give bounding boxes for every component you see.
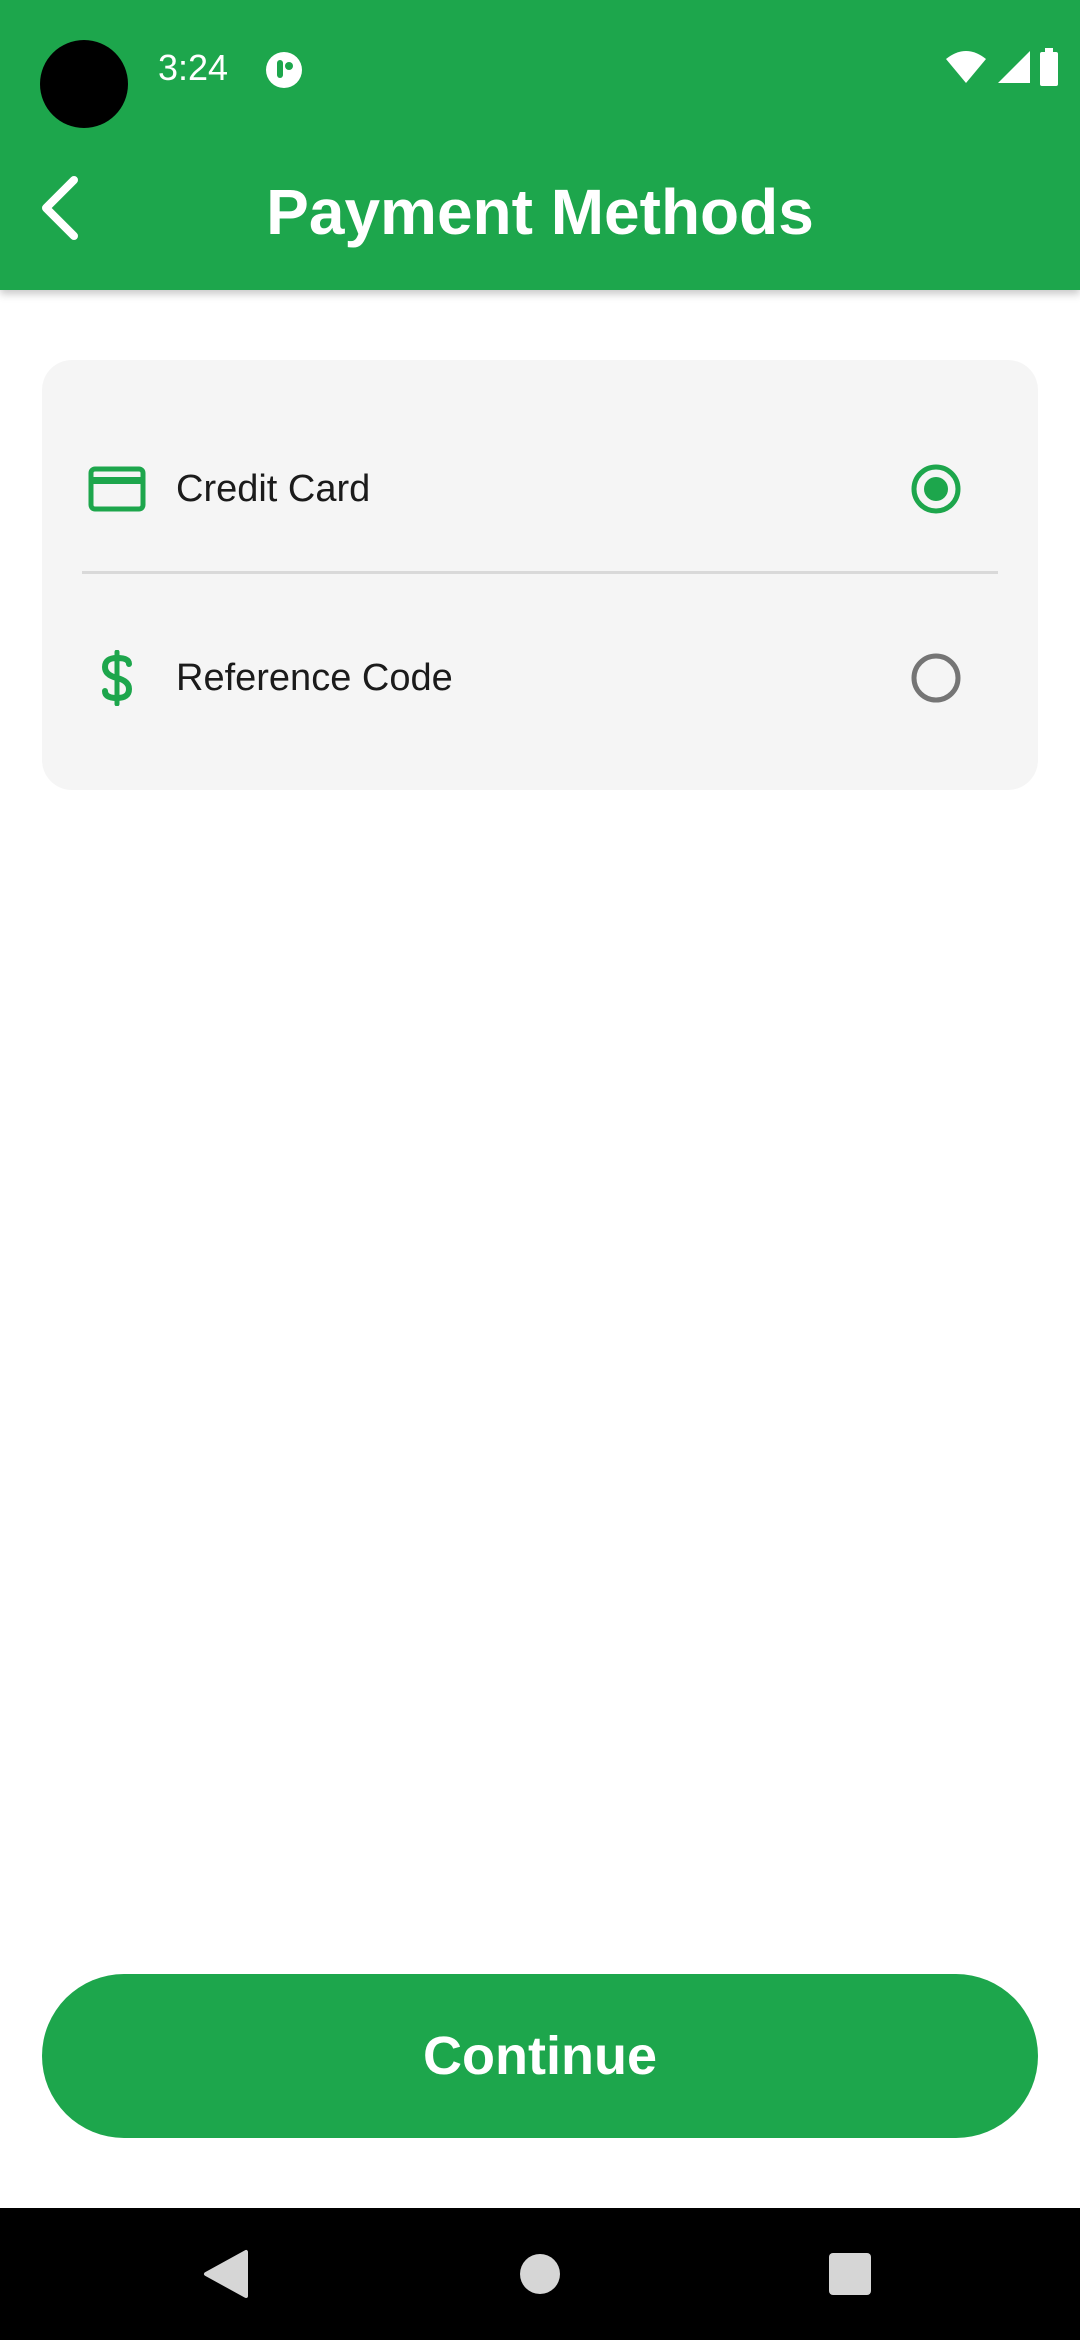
credit-card-icon (82, 454, 152, 524)
credit-card-label: Credit Card (176, 467, 371, 510)
app-notification-icon (266, 52, 302, 88)
wifi-icon (946, 51, 986, 83)
reference-code-radio[interactable] (910, 652, 962, 704)
option-divider (82, 571, 998, 574)
payment-option-reference-code[interactable]: Reference Code (82, 613, 998, 743)
payment-option-credit-card[interactable]: Credit Card (82, 424, 998, 554)
recents-nav-icon[interactable] (810, 2234, 890, 2314)
payment-methods-card: Credit Card Reference Code (42, 360, 1038, 790)
status-time: 3:24 (158, 47, 229, 88)
dollar-icon (82, 643, 152, 713)
system-nav-bar (0, 2208, 1080, 2340)
credit-card-radio[interactable] (910, 463, 962, 515)
status-icons (944, 48, 1060, 86)
home-nav-icon[interactable] (500, 2234, 580, 2314)
page-title: Payment Methods (266, 176, 814, 248)
camera-cutout (40, 40, 128, 128)
reference-code-label: Reference Code (176, 656, 453, 699)
back-nav-icon[interactable] (186, 2234, 266, 2314)
app-header: 3:24 Payment Methods (0, 0, 1080, 290)
continue-button[interactable]: Continue (42, 1974, 1038, 2138)
cell-signal-icon (998, 51, 1030, 83)
battery-icon (1040, 48, 1058, 86)
